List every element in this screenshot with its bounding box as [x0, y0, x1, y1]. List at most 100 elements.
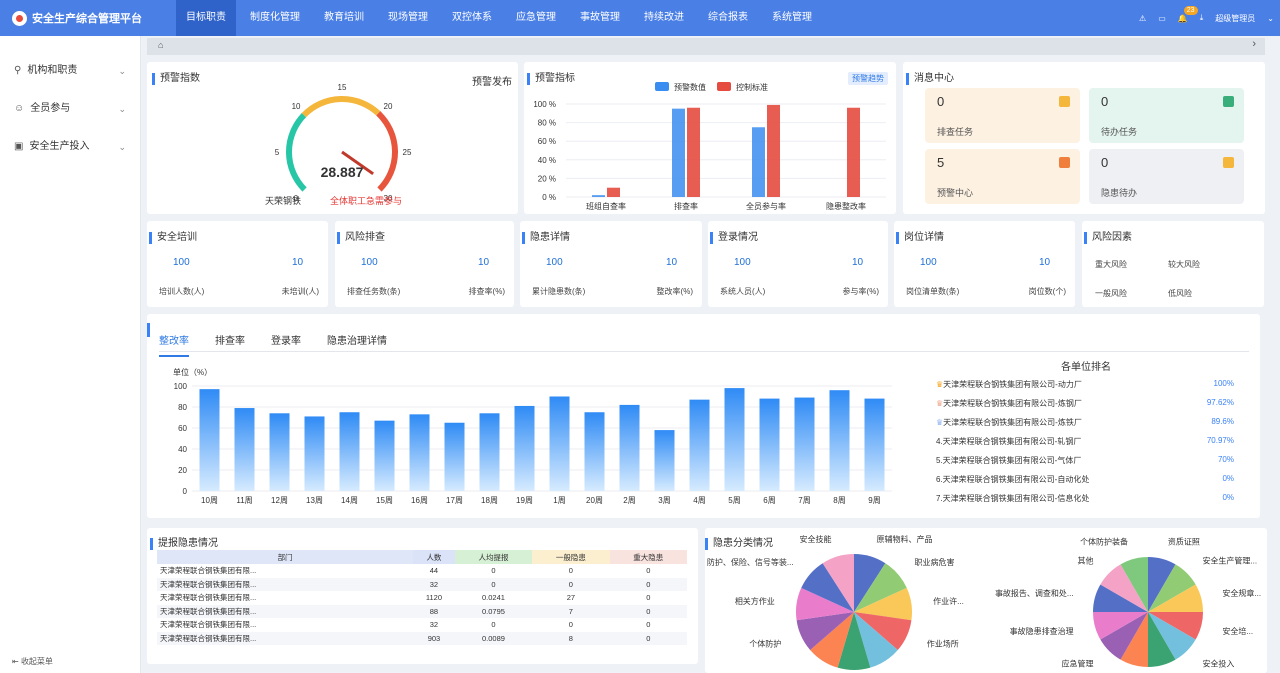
bar	[479, 413, 500, 491]
bar	[829, 390, 850, 491]
pie-label: 应急管理	[1062, 659, 1094, 669]
nav-item[interactable]: 制度化管理	[240, 0, 310, 36]
message-tile[interactable]: 5 预警中心	[925, 149, 1080, 204]
message-count: 0	[1101, 94, 1109, 109]
table-row[interactable]: 天津荣程联合钢铁集团有限... 44 0 0 0	[157, 564, 687, 578]
warning-icon	[1223, 157, 1234, 168]
rate-tab[interactable]: 整改率	[159, 332, 189, 357]
bar	[672, 108, 685, 197]
stat-value: 10	[292, 257, 304, 268]
table-row[interactable]: 天津荣程联合钢铁集团有限... 1120 0.0241 27 0	[157, 591, 687, 605]
rate-tab[interactable]: 登录率	[271, 332, 301, 357]
risk-general[interactable]: 一般风险	[1095, 288, 1127, 299]
sidebar-item[interactable]: ⚲ 机构和职责 ⌄	[0, 52, 140, 90]
nav-item[interactable]: 现场管理	[378, 0, 438, 36]
sidebar-item[interactable]: ▣ 安全生产投入 ⌄	[0, 128, 140, 166]
risk-large[interactable]: 较大风险	[1168, 259, 1200, 270]
home-icon[interactable]: ⌂	[158, 40, 163, 50]
bar	[374, 420, 395, 491]
table-cell: 0	[568, 566, 573, 576]
y-tick: 40	[178, 445, 187, 454]
gauge-tick: 10	[292, 102, 301, 111]
table-row[interactable]: 天津荣程联合钢铁集团有限... 32 0 0 0	[157, 618, 687, 632]
pie-label: 个体防护	[749, 639, 781, 649]
gauge-arc	[376, 111, 398, 192]
x-tick: 隐患整改率	[826, 201, 866, 211]
hazard-report-table: 部门 人数 人均提报 一般隐患 重大隐患 天津荣程联合钢铁集团有限... 44 0 0 0 天津荣…	[157, 550, 687, 645]
tab-divider	[159, 351, 1249, 352]
chat-icon[interactable]: ▭	[1158, 14, 1166, 23]
sidebar-item[interactable]: ☺ 全员参与 ⌄	[0, 90, 140, 128]
chevron-down-icon[interactable]: ⌄	[1267, 14, 1274, 23]
nav-item[interactable]: 教育培训	[314, 0, 374, 36]
nav-item[interactable]: 持续改进	[634, 0, 694, 36]
table-row[interactable]: 天津荣程联合钢铁集团有限... 88 0.0795 7 0	[157, 604, 687, 618]
card-title: 岗位详情	[896, 232, 944, 244]
message-label: 预警中心	[937, 188, 974, 198]
rectification-card: 整改率 排查率 登录率 隐患治理详情 单位（%） 100 80 60 40 20 0 10周 11周…	[147, 314, 1260, 518]
ranking-row[interactable]: ♛天津荣程联合钢铁集团有限公司-动力厂 100%	[936, 379, 1256, 390]
pie-label: 作业场所	[927, 639, 959, 649]
y-tick: 0	[183, 487, 188, 496]
x-tick: 17周	[446, 496, 463, 505]
y-tick: 20 %	[538, 174, 556, 183]
ranking-name: 4.天津荣程联合钢铁集团有限公司-轧钢厂	[936, 437, 1082, 446]
ranking-row[interactable]: 7.天津荣程联合钢铁集团有限公司-信息化处 0%	[936, 493, 1256, 504]
y-tick: 100	[174, 382, 188, 391]
nav-item[interactable]: 应急管理	[506, 0, 566, 36]
nav-item[interactable]: 双控体系	[442, 0, 502, 36]
message-center-card: 消息中心 0 排查任务 0 待办任务 5 预警中心 0 隐患待办	[903, 62, 1265, 214]
ranking-row[interactable]: 6.天津荣程联合钢铁集团有限公司-自动化处 0%	[936, 474, 1256, 485]
bar	[269, 413, 290, 491]
collapse-menu-button[interactable]: ⇤ 收起菜单	[12, 656, 53, 667]
app-logo[interactable]: 安全生产综合管理平台	[12, 10, 142, 26]
ranking-row[interactable]: 5.天津荣程联合钢铁集团有限公司-气体厂 70%	[936, 455, 1256, 466]
chevron-right-icon[interactable]: ›	[1252, 38, 1256, 50]
table-cell: 88	[429, 606, 439, 616]
card-title: 预警指数	[152, 73, 200, 85]
table-cell: 天津荣程联合钢铁集团有限...	[160, 593, 257, 603]
nav-item[interactable]: 目标职责	[176, 0, 236, 36]
table-cell: 0	[491, 579, 496, 589]
message-label: 待办任务	[1101, 127, 1138, 137]
risk-major[interactable]: 重大风险	[1095, 259, 1127, 270]
gauge-left-label: 天荣钢铁	[265, 196, 302, 206]
publish-warning-link[interactable]: 预警发布	[472, 73, 512, 88]
rectification-bar-chart: 100 80 60 40 20 0 10周 11周 12周 13周 14周 15周 16周 17周 18周 1…	[174, 382, 892, 505]
table-row[interactable]: 天津荣程联合钢铁集团有限... 32 0 0 0	[157, 577, 687, 591]
table-cell: 天津荣程联合钢铁集团有限...	[160, 566, 257, 576]
user-name[interactable]: 超级管理员	[1215, 13, 1255, 24]
stat-value: 10	[1039, 257, 1051, 268]
table-cell: 0	[646, 633, 651, 643]
risk-low[interactable]: 低风险	[1168, 288, 1192, 299]
card-title: 提报隐患情况	[150, 538, 218, 550]
message-tile[interactable]: 0 排查任务	[925, 88, 1080, 143]
message-tile[interactable]: 0 隐患待办	[1089, 149, 1244, 204]
table-cell: 天津荣程联合钢铁集团有限...	[160, 633, 257, 643]
ranking-row[interactable]: ♛天津荣程联合钢铁集团有限公司-炼钢厂 97.62%	[936, 398, 1256, 409]
card-title: 登录情况	[710, 232, 758, 244]
x-tick: 班组自查率	[586, 201, 626, 211]
ranking-row[interactable]: ♛天津荣程联合钢铁集团有限公司-炼铁厂 89.6%	[936, 417, 1256, 428]
rate-tab[interactable]: 隐患治理详情	[327, 332, 387, 357]
nav-item[interactable]: 事故管理	[570, 0, 630, 36]
message-tile[interactable]: 0 待办任务	[1089, 88, 1244, 143]
ranking-row[interactable]: 4.天津荣程联合钢铁集团有限公司-轧钢厂 70.97%	[936, 436, 1256, 447]
x-tick: 15周	[376, 496, 393, 505]
nav-item[interactable]: 综合报表	[698, 0, 758, 36]
doc-icon	[1059, 96, 1070, 107]
y-tick: 60 %	[538, 137, 556, 146]
alert-icon[interactable]: ⚠	[1139, 14, 1146, 23]
stat-card: 隐患详情 100 10 累计隐患数(条) 整改率(%)	[520, 221, 702, 307]
stat-value: 100	[173, 257, 190, 268]
bell-icon[interactable]: 🔔 23	[1178, 5, 1198, 23]
table-row[interactable]: 天津荣程联合钢铁集团有限... 903 0.0089 8 0	[157, 631, 687, 645]
download-icon[interactable]: ⤓	[1200, 13, 1204, 23]
table-cell: 天津荣程联合钢铁集团有限...	[160, 620, 257, 630]
rate-tab[interactable]: 排查率	[215, 332, 245, 357]
ranking-percent: 89.6%	[1211, 417, 1234, 426]
x-tick: 18周	[481, 496, 498, 505]
nav-item[interactable]: 系统管理	[762, 0, 822, 36]
header-tools: ⚠ ▭ 🔔 23 ⤓ 超级管理员 ⌄	[1139, 0, 1274, 36]
hazard-report-card: 提报隐患情况 部门 人数 人均提报 一般隐患 重大隐患 天津荣程联合钢铁集团有限... 4…	[147, 528, 698, 664]
